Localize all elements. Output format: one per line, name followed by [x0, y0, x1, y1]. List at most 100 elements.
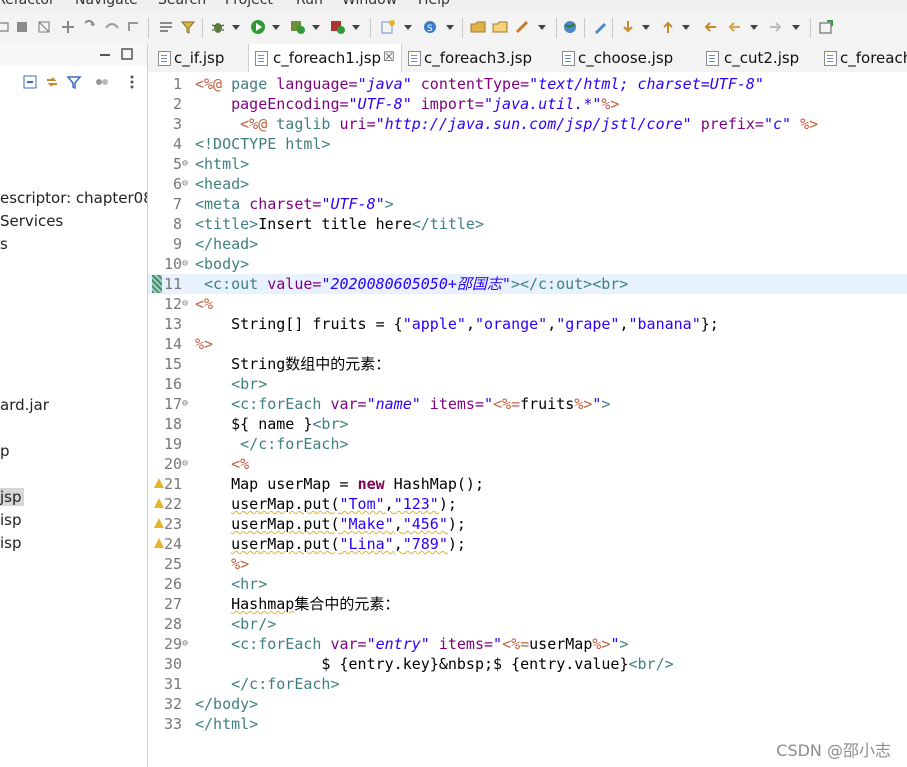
run-server-icon[interactable]	[290, 19, 306, 35]
code-text[interactable]: </c:forEach>	[195, 434, 348, 454]
code-line[interactable]: 20 ⊖ <%	[148, 454, 907, 474]
menu-refactor[interactable]: Refactor	[0, 0, 55, 8]
warning-icon[interactable]	[154, 478, 164, 488]
code-line[interactable]: 5 ⊖ <html>	[148, 154, 907, 174]
fold-toggle-icon[interactable]: ⊖	[182, 634, 188, 654]
toggle-icon[interactable]	[0, 19, 10, 35]
tree-item-deployment-descriptor[interactable]: escriptor: chapter08	[0, 189, 147, 207]
code-text[interactable]: <head>	[195, 174, 249, 194]
working-sets-icon[interactable]	[94, 74, 110, 90]
code-text[interactable]: </head>	[195, 234, 258, 254]
new-project-icon[interactable]	[380, 19, 396, 35]
fold-toggle-icon[interactable]: ⊖	[182, 454, 188, 474]
code-line[interactable]: 4 <!DOCTYPE html>	[148, 134, 907, 154]
tab-c-cut2[interactable]: c_cut2.jsp	[700, 44, 820, 72]
forward-icon[interactable]	[768, 19, 784, 35]
code-text[interactable]: </c:forEach>	[195, 674, 339, 694]
code-text[interactable]: <%@ page language="java" contentType="te…	[195, 74, 764, 94]
code-text[interactable]: <br/>	[195, 614, 276, 634]
code-line[interactable]: 12 ⊖ <%	[148, 294, 907, 314]
run-icon[interactable]	[250, 19, 266, 35]
code-line[interactable]: 11 <c:out value="2020080605050+邵国志"></c:…	[148, 274, 907, 294]
previous-annotation-dropdown-icon[interactable]	[682, 25, 690, 30]
new-class-icon[interactable]: S	[422, 19, 438, 35]
code-line[interactable]: 32 </body>	[148, 694, 907, 714]
tab-c-foreach3[interactable]: c_foreach3.jsp	[402, 44, 552, 72]
menu-search[interactable]: Search	[158, 0, 206, 8]
view-menu-icon[interactable]	[124, 74, 140, 90]
code-text[interactable]: Hashmap集合中的元素：	[195, 594, 399, 614]
pen-icon[interactable]	[592, 19, 608, 35]
tree-item-jar[interactable]: ard.jar	[0, 396, 49, 414]
use-step-filters-icon[interactable]	[180, 19, 196, 35]
code-line[interactable]: 28 <br/>	[148, 614, 907, 634]
menu-help[interactable]: Help	[418, 0, 450, 8]
debug-dropdown-icon[interactable]	[232, 25, 240, 30]
tree-item-s[interactable]: s	[0, 235, 8, 253]
filter-icon[interactable]	[66, 74, 82, 90]
open-task-icon[interactable]	[514, 19, 530, 35]
fold-toggle-icon[interactable]: ⊖	[182, 254, 188, 274]
code-text[interactable]: <body>	[195, 254, 249, 274]
code-line[interactable]: 21 Map userMap = new HashMap();	[148, 474, 907, 494]
outline-icon[interactable]	[158, 19, 174, 35]
step-return-icon[interactable]	[126, 19, 142, 35]
tab-c-foreach[interactable]: c_foreach	[820, 44, 907, 72]
code-text[interactable]: String数组中的元素：	[195, 354, 390, 374]
code-text[interactable]: %>	[195, 554, 249, 574]
debug-icon[interactable]	[210, 19, 226, 35]
link-with-editor-icon[interactable]	[44, 74, 60, 90]
code-text[interactable]: pageEncoding="UTF-8" import="java.util.*…	[195, 94, 619, 114]
external-tools-dropdown-icon[interactable]	[352, 25, 360, 30]
code-text[interactable]: userMap.put("Lina","789");	[195, 534, 466, 554]
tree-item-jsp[interactable]: isp	[0, 511, 22, 529]
tree-item-p[interactable]: p	[0, 442, 10, 460]
code-line[interactable]: 13 String[] fruits = {"apple","orange","…	[148, 314, 907, 334]
open-type-icon[interactable]	[470, 19, 486, 35]
menu-window[interactable]: Window	[342, 0, 397, 8]
code-text[interactable]: <hr>	[195, 574, 267, 594]
code-text[interactable]: </body>	[195, 694, 258, 714]
warning-icon[interactable]	[154, 498, 164, 508]
code-text[interactable]: $ {entry.key}&nbsp;$ {entry.value}<br/>	[195, 654, 673, 674]
code-line[interactable]: 22 userMap.put("Tom","123");	[148, 494, 907, 514]
tab-c-if[interactable]: c_if.jsp	[156, 44, 248, 72]
code-text[interactable]: <br>	[195, 374, 267, 394]
previous-annotation-icon[interactable]	[660, 19, 676, 35]
fold-toggle-icon[interactable]: ⊖	[182, 394, 188, 414]
code-text[interactable]: </html>	[195, 714, 258, 734]
code-text[interactable]: userMap.put("Tom","123");	[195, 494, 457, 514]
run-server-dropdown-icon[interactable]	[312, 25, 320, 30]
warning-icon[interactable]	[154, 538, 164, 548]
code-line[interactable]: 31 </c:forEach>	[148, 674, 907, 694]
code-line[interactable]: 1 <%@ page language="java" contentType="t…	[148, 74, 907, 94]
new-project-dropdown-icon[interactable]	[404, 25, 412, 30]
code-line[interactable]: 16 <br>	[148, 374, 907, 394]
menu-run[interactable]: Run	[296, 0, 323, 8]
code-text[interactable]: <%@ taglib uri="http://java.sun.com/jsp/…	[195, 114, 818, 134]
code-line[interactable]: 19 </c:forEach>	[148, 434, 907, 454]
code-text[interactable]: <c:forEach var="name" items="<%=fruits%>…	[195, 394, 610, 414]
code-line[interactable]: 33 </html>	[148, 714, 907, 734]
fold-toggle-icon[interactable]: ⊖	[182, 154, 188, 174]
last-edit-icon[interactable]	[702, 19, 718, 35]
code-line[interactable]: 29 ⊖ <c:forEach var="entry" items="<%=use…	[148, 634, 907, 654]
code-text[interactable]: ${ name }<br>	[195, 414, 348, 434]
code-text[interactable]: String[] fruits = {"apple","orange","gra…	[195, 314, 719, 334]
fold-toggle-icon[interactable]: ⊖	[182, 174, 188, 194]
code-line[interactable]: 9 </head>	[148, 234, 907, 254]
code-text[interactable]: <c:forEach var="entry" items="<%=userMap…	[195, 634, 628, 654]
code-text[interactable]: <html>	[195, 154, 249, 174]
menu-project[interactable]: Project	[225, 0, 273, 8]
code-text[interactable]: %>	[195, 334, 213, 354]
code-line[interactable]: 17 ⊖ <c:forEach var="name" items="<%=frui…	[148, 394, 907, 414]
code-line[interactable]: 24 userMap.put("Lina","789");	[148, 534, 907, 554]
disconnect-icon[interactable]	[36, 19, 52, 35]
back-dropdown-icon[interactable]	[750, 25, 758, 30]
code-text[interactable]: <meta charset="UTF-8">	[195, 194, 394, 214]
next-annotation-icon[interactable]	[620, 19, 636, 35]
code-text[interactable]: Map userMap = new HashMap();	[195, 474, 484, 494]
menu-navigate[interactable]: Navigate	[75, 0, 138, 8]
open-resource-icon[interactable]	[492, 19, 508, 35]
code-line[interactable]: 8 <title>Insert title here</title>	[148, 214, 907, 234]
